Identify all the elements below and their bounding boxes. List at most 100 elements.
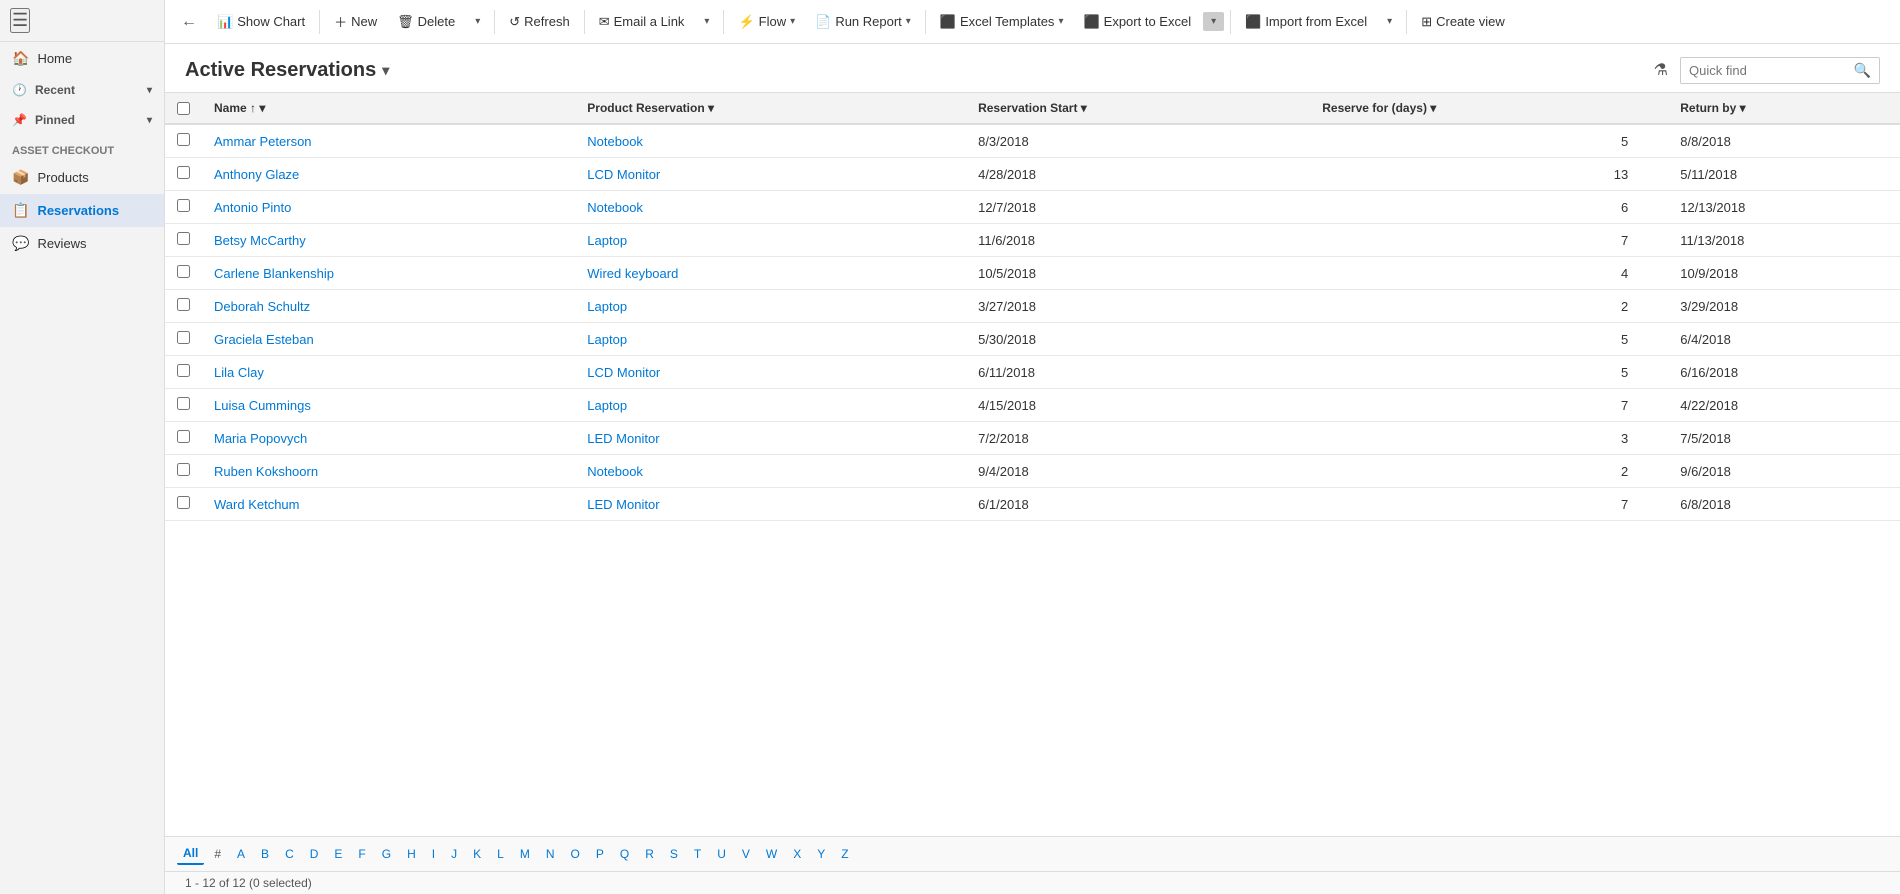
row-checkbox-cell[interactable] xyxy=(165,124,202,158)
row-checkbox-cell[interactable] xyxy=(165,455,202,488)
row-name[interactable]: Ammar Peterson xyxy=(202,124,575,158)
row-checkbox[interactable] xyxy=(177,364,190,377)
row-checkbox[interactable] xyxy=(177,133,190,146)
pagination-letter-e[interactable]: E xyxy=(328,844,348,864)
row-product[interactable]: Notebook xyxy=(575,455,966,488)
menu-icon[interactable]: ☰ xyxy=(10,8,30,33)
row-checkbox-cell[interactable] xyxy=(165,422,202,455)
export-dropdown-button[interactable]: ▾ xyxy=(1203,12,1224,31)
row-checkbox[interactable] xyxy=(177,166,190,179)
run-report-button[interactable]: 📄 Run Report ▾ xyxy=(807,10,919,34)
row-name[interactable]: Antonio Pinto xyxy=(202,191,575,224)
row-product[interactable]: Laptop xyxy=(575,224,966,257)
row-checkbox-cell[interactable] xyxy=(165,389,202,422)
pagination-letter-a[interactable]: A xyxy=(231,844,251,864)
col-reserve-days[interactable]: Reserve for (days) ▾ xyxy=(1310,93,1668,124)
sidebar-item-reservations[interactable]: 📋 Reservations xyxy=(0,194,164,227)
import-dropdown-button[interactable]: ▾ xyxy=(1379,12,1400,31)
row-checkbox[interactable] xyxy=(177,430,190,443)
row-name[interactable]: Ruben Kokshoorn xyxy=(202,455,575,488)
import-excel-button[interactable]: ⬛ Import from Excel xyxy=(1237,10,1375,34)
sidebar-item-recent[interactable]: 🕐 Recent ▾ xyxy=(0,75,164,105)
view-title-dropdown-icon[interactable]: ▾ xyxy=(382,62,389,79)
row-name[interactable]: Betsy McCarthy xyxy=(202,224,575,257)
pagination-letter-g[interactable]: G xyxy=(376,844,397,864)
delete-dropdown-button[interactable]: ▾ xyxy=(467,12,488,31)
row-name[interactable]: Ward Ketchum xyxy=(202,488,575,521)
pagination-letter-y[interactable]: Y xyxy=(811,844,831,864)
col-name[interactable]: Name ↑ ▾ xyxy=(202,93,575,124)
product-col-dropdown-icon[interactable]: ▾ xyxy=(708,101,714,115)
row-name[interactable]: Anthony Glaze xyxy=(202,158,575,191)
row-checkbox-cell[interactable] xyxy=(165,356,202,389)
row-checkbox-cell[interactable] xyxy=(165,158,202,191)
email-dropdown-button[interactable]: ▾ xyxy=(696,12,717,31)
refresh-button[interactable]: ↺ Refresh xyxy=(501,10,577,34)
row-product[interactable]: Laptop xyxy=(575,290,966,323)
sidebar-item-reviews[interactable]: 💬 Reviews xyxy=(0,227,164,260)
row-product[interactable]: Notebook xyxy=(575,124,966,158)
pagination-letter-h[interactable]: H xyxy=(401,844,422,864)
row-checkbox[interactable] xyxy=(177,463,190,476)
row-name[interactable]: Luisa Cummings xyxy=(202,389,575,422)
start-col-dropdown-icon[interactable]: ▾ xyxy=(1081,101,1087,115)
row-name[interactable]: Lila Clay xyxy=(202,356,575,389)
pagination-letter-u[interactable]: U xyxy=(711,844,732,864)
row-product[interactable]: Laptop xyxy=(575,389,966,422)
pagination-letter-o[interactable]: O xyxy=(565,844,586,864)
pagination-letter-i[interactable]: I xyxy=(426,844,441,864)
row-checkbox[interactable] xyxy=(177,298,190,311)
pagination-letter-b[interactable]: B xyxy=(255,844,275,864)
row-name[interactable]: Graciela Esteban xyxy=(202,323,575,356)
new-button[interactable]: ＋ New xyxy=(326,8,385,35)
pagination-letter-c[interactable]: C xyxy=(279,844,300,864)
row-product[interactable]: Notebook xyxy=(575,191,966,224)
pagination-letter-x[interactable]: X xyxy=(787,844,807,864)
back-button[interactable]: ← xyxy=(173,9,205,35)
row-checkbox-cell[interactable] xyxy=(165,257,202,290)
col-return-by[interactable]: Return by ▾ xyxy=(1668,93,1900,124)
row-checkbox-cell[interactable] xyxy=(165,488,202,521)
row-checkbox[interactable] xyxy=(177,331,190,344)
row-checkbox[interactable] xyxy=(177,496,190,509)
pagination-letter-w[interactable]: W xyxy=(760,844,783,864)
row-name[interactable]: Maria Popovych xyxy=(202,422,575,455)
row-checkbox[interactable] xyxy=(177,397,190,410)
export-excel-button[interactable]: ⬛ Export to Excel xyxy=(1075,10,1199,34)
pagination-letter-q[interactable]: Q xyxy=(614,844,635,864)
row-product[interactable]: LCD Monitor xyxy=(575,356,966,389)
pagination-letter-n[interactable]: N xyxy=(540,844,561,864)
row-checkbox[interactable] xyxy=(177,265,190,278)
row-checkbox-cell[interactable] xyxy=(165,290,202,323)
show-chart-button[interactable]: 📊 Show Chart xyxy=(209,10,313,34)
pagination-letter-s[interactable]: S xyxy=(664,844,684,864)
sidebar-item-pinned[interactable]: 📌 Pinned ▾ xyxy=(0,105,164,135)
pagination-letter-j[interactable]: J xyxy=(445,844,463,864)
days-col-dropdown-icon[interactable]: ▾ xyxy=(1430,101,1436,115)
pagination-letter-m[interactable]: M xyxy=(514,844,536,864)
row-checkbox-cell[interactable] xyxy=(165,224,202,257)
return-col-dropdown-icon[interactable]: ▾ xyxy=(1740,101,1746,115)
pagination-letter-l[interactable]: L xyxy=(491,844,510,864)
row-checkbox[interactable] xyxy=(177,232,190,245)
pagination-letter-#[interactable]: # xyxy=(208,844,227,864)
delete-button[interactable]: 🗑 Delete xyxy=(389,10,463,34)
create-view-button[interactable]: ⊞ Create view xyxy=(1413,10,1513,34)
pagination-letter-k[interactable]: K xyxy=(467,844,487,864)
row-name[interactable]: Carlene Blankenship xyxy=(202,257,575,290)
quick-find-input[interactable] xyxy=(1689,63,1848,78)
pagination-letter-p[interactable]: P xyxy=(590,844,610,864)
flow-button[interactable]: ⚡ Flow ▾ xyxy=(730,10,803,34)
col-product[interactable]: Product Reservation ▾ xyxy=(575,93,966,124)
row-name[interactable]: Deborah Schultz xyxy=(202,290,575,323)
select-all-header[interactable] xyxy=(165,93,202,124)
row-checkbox-cell[interactable] xyxy=(165,323,202,356)
pagination-letter-r[interactable]: R xyxy=(639,844,660,864)
search-icon[interactable]: 🔍 xyxy=(1854,62,1871,79)
select-all-checkbox[interactable] xyxy=(177,102,190,115)
row-product[interactable]: Laptop xyxy=(575,323,966,356)
row-product[interactable]: LED Monitor xyxy=(575,422,966,455)
sidebar-item-home[interactable]: 🏠 Home xyxy=(0,42,164,75)
pagination-letter-z[interactable]: Z xyxy=(835,844,854,864)
pagination-letter-v[interactable]: V xyxy=(736,844,756,864)
